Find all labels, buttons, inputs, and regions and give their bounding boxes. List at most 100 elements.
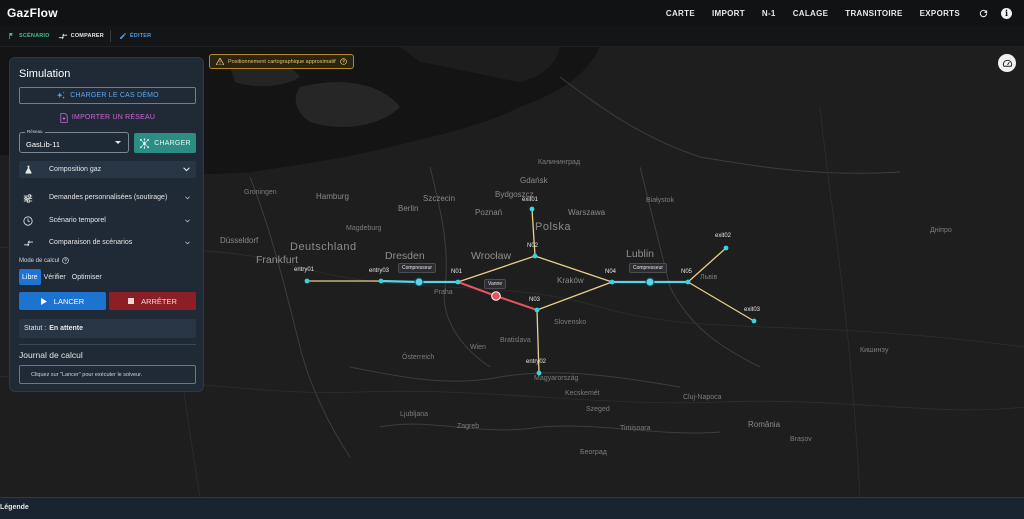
node-label-exit01: exit01 — [522, 197, 539, 203]
legend-panel[interactable]: Légende — [0, 497, 1024, 519]
pipe-n02-n04[interactable] — [534, 255, 613, 283]
speedometer-icon — [1002, 58, 1013, 69]
status-value: En attente — [49, 325, 84, 332]
pipe-n05-exit03[interactable] — [687, 281, 755, 322]
run-button[interactable]: LANCER — [19, 292, 106, 310]
load-demo-label: CHARGER LE CAS DÉMO — [70, 92, 159, 99]
help-icon[interactable] — [339, 58, 347, 65]
node-n04[interactable] — [609, 279, 615, 285]
network-select-value: GasLib-11 — [26, 140, 61, 149]
journal-log: Cliquez sur "Lancer" pour exécuter le so… — [19, 365, 196, 384]
accordion-gas-composition[interactable]: Composition gaz — [19, 161, 196, 178]
node-entry03[interactable] — [378, 278, 384, 284]
charger-button[interactable]: CHARGER — [134, 133, 196, 153]
compare-label: COMPARER — [70, 33, 104, 39]
mode-option-libre[interactable]: Libre — [19, 269, 41, 285]
compressor-link-left[interactable] — [380, 279, 420, 284]
compressor-left[interactable] — [414, 277, 424, 287]
calc-mode-label: Mode de calcul — [19, 257, 70, 264]
scenario-tab[interactable]: SCÉNARIO — [8, 32, 50, 40]
panel-title: Simulation — [19, 68, 71, 80]
node-n03[interactable] — [534, 307, 540, 313]
map-position-warning: Positionnement cartographique approximat… — [209, 54, 354, 69]
valve[interactable] — [491, 291, 501, 301]
node-exit03[interactable] — [751, 318, 757, 324]
network-select[interactable]: Réseau GasLib-11 — [19, 129, 129, 153]
node-exit02[interactable] — [723, 245, 729, 251]
info-icon[interactable]: i — [1001, 7, 1012, 19]
compressor-tag-left: Compresseur — [398, 263, 437, 273]
network-icon — [139, 137, 150, 149]
accordion-label: Comparaison de scénarios — [49, 239, 133, 246]
node-exit01[interactable] — [529, 206, 535, 212]
node-label-n02: N02 — [527, 243, 539, 249]
node-label-exit02: exit02 — [715, 233, 732, 239]
accordion-label: Composition gaz — [49, 165, 102, 173]
refresh-icon[interactable] — [977, 7, 989, 19]
speedometer-button[interactable] — [998, 54, 1016, 72]
scenario-label: SCÉNARIO — [19, 33, 50, 39]
toolbar-divider — [109, 30, 111, 42]
nav-exports[interactable]: EXPORTS — [920, 9, 960, 18]
load-demo-button[interactable]: CHARGER LE CAS DÉMO — [19, 87, 196, 104]
pencil-icon — [119, 32, 127, 40]
compressor-tag-right: Compresseur — [629, 263, 668, 273]
pipe-n05-exit02[interactable] — [687, 247, 727, 283]
status-label: Statut : — [24, 325, 47, 332]
nav-import[interactable]: IMPORT — [712, 9, 745, 18]
calc-mode-toggle: Libre Vérifier Optimiser — [19, 269, 105, 285]
stop-button[interactable]: ARRÊTER — [109, 292, 196, 310]
node-label-n05: N05 — [681, 269, 693, 275]
compressor-right[interactable] — [645, 277, 655, 287]
warning-text: Positionnement cartographique approximat… — [228, 58, 336, 65]
valve-tag: Vanne — [484, 279, 507, 289]
compare-icon — [19, 239, 37, 247]
import-network-label: IMPORTER UN RÉSEAU — [71, 114, 156, 121]
help-icon[interactable] — [62, 257, 70, 264]
nav-transitoire[interactable]: TRANSITOIRE — [845, 9, 902, 18]
node-label-n03: N03 — [529, 297, 541, 303]
stop-icon — [128, 298, 135, 304]
nav-carte[interactable]: CARTE — [666, 9, 695, 18]
accordion-label: Demandes personnalisées (soutirage) — [49, 194, 168, 201]
accordion-time-scenario[interactable]: Scénario temporel — [19, 214, 196, 228]
flask-icon — [19, 165, 37, 174]
calc-mode-text: Mode de calcul — [19, 257, 60, 264]
node-n01[interactable] — [455, 279, 461, 285]
node-entry01[interactable] — [304, 278, 310, 284]
node-entry02[interactable] — [536, 370, 542, 376]
node-n02[interactable] — [532, 253, 538, 259]
accordion-scenario-comparison[interactable]: Comparaison de scénarios — [19, 236, 196, 250]
simulation-panel: Simulation CHARGER LE CAS DÉMO IMPORTER … — [9, 57, 204, 392]
warning-icon — [216, 58, 224, 65]
edit-tab[interactable]: ÉDITER — [119, 32, 151, 40]
node-label-exit03: exit03 — [744, 307, 761, 313]
accordion-label: Scénario temporel — [49, 217, 106, 224]
network-select-legend: Réseau — [25, 129, 45, 134]
nav-calage[interactable]: CALAGE — [793, 9, 829, 18]
node-n05[interactable] — [685, 279, 691, 285]
mode-option-verifier[interactable]: Vérifier — [41, 269, 69, 285]
stop-label: ARRÊTER — [141, 296, 177, 306]
legend-title: Légende — [0, 504, 29, 511]
node-label-entry02: entry02 — [526, 359, 547, 365]
import-network-button[interactable]: IMPORTER UN RÉSEAU — [19, 110, 196, 125]
mode-option-optimiser[interactable]: Optimiser — [69, 269, 105, 285]
node-label-entry01: entry01 — [294, 267, 315, 273]
pipe-n03-n04[interactable] — [536, 281, 613, 311]
clock-icon — [19, 216, 37, 226]
top-app-bar: GazFlow CARTE IMPORT N-1 CALAGE TRANSITO… — [0, 0, 1024, 26]
charger-label: CHARGER — [154, 139, 191, 147]
compare-icon — [58, 32, 68, 40]
run-label: LANCER — [53, 296, 85, 306]
accordion-custom-demands[interactable]: Demandes personnalisées (soutirage) — [19, 188, 196, 208]
sparkle-icon — [56, 91, 66, 101]
compare-tab[interactable]: COMPARER — [58, 32, 104, 40]
edit-label: ÉDITER — [129, 33, 152, 39]
nav-n1[interactable]: N-1 — [762, 9, 776, 18]
main-nav: CARTE IMPORT N-1 CALAGE TRANSITOIRE EXPO… — [666, 0, 1024, 26]
file-upload-icon — [60, 112, 68, 123]
journal-message: Cliquez sur "Lancer" pour exécuter le so… — [31, 371, 143, 378]
node-label-n04: N04 — [605, 269, 617, 275]
play-icon — [40, 297, 47, 305]
